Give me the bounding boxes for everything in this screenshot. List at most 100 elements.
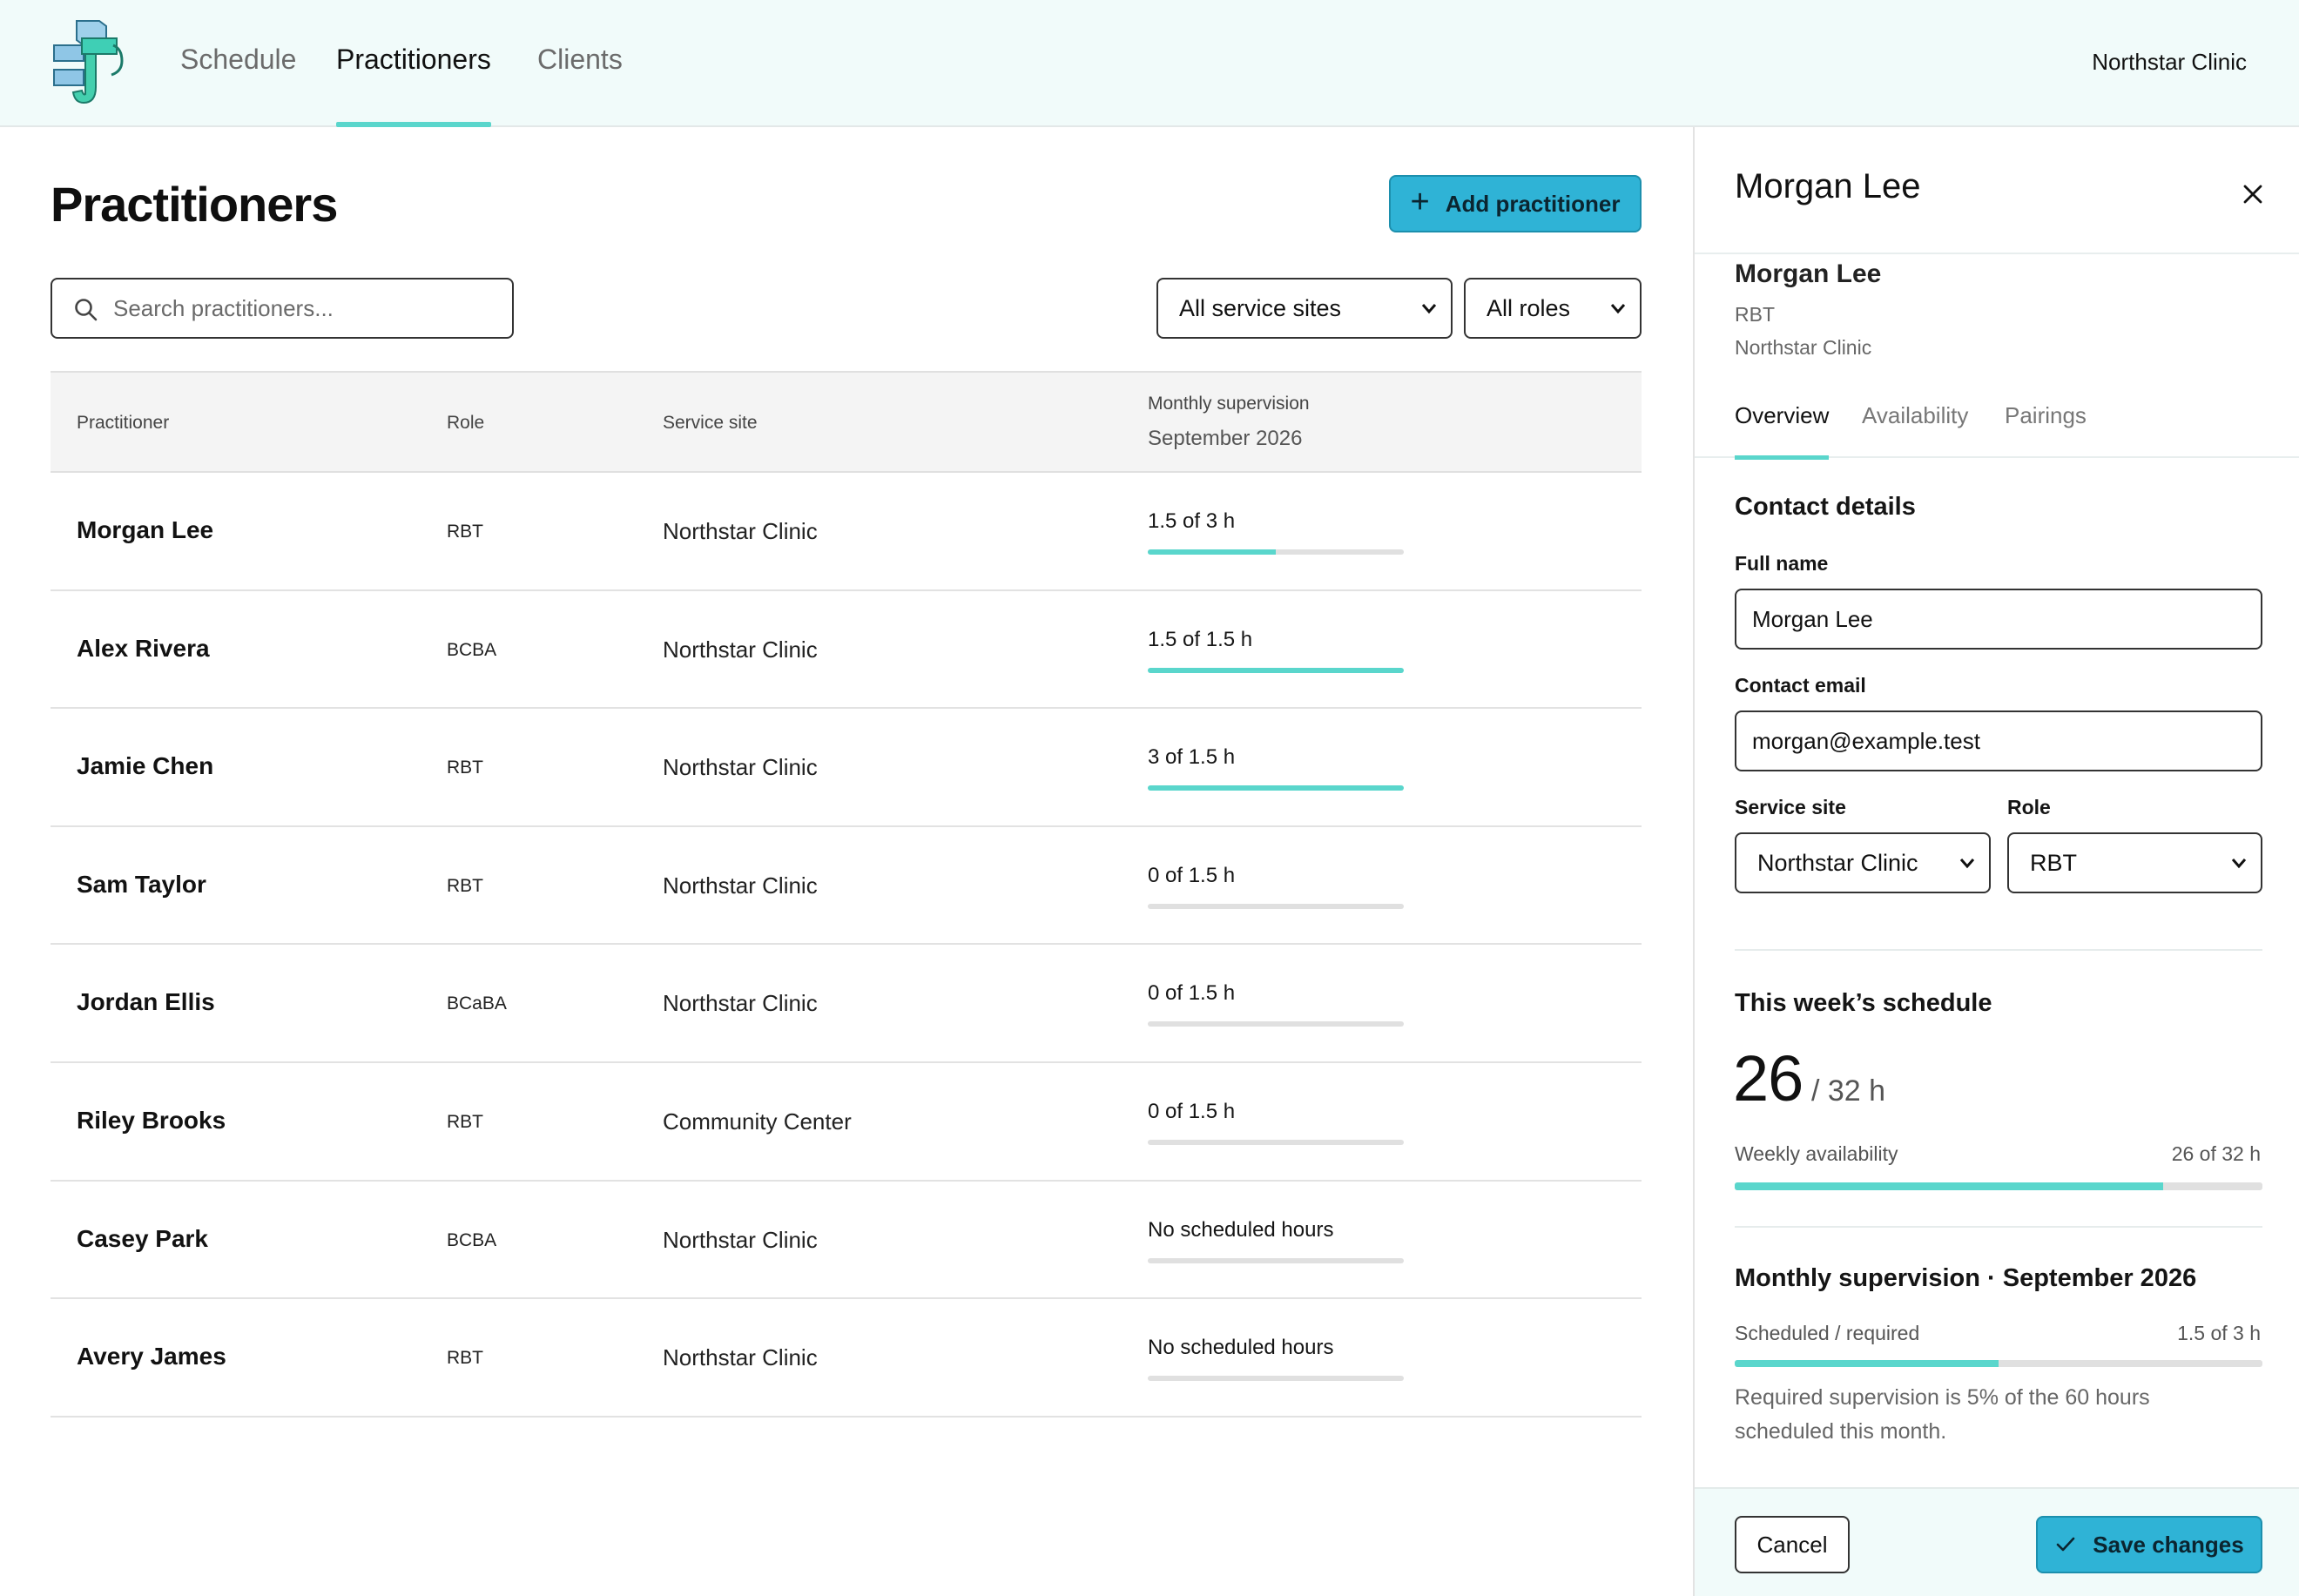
supervision-hours: 3 of 1.5 h (1148, 745, 1236, 770)
supervision-progress-bar (1148, 903, 1404, 909)
practitioner-name: Avery James (77, 1343, 226, 1370)
practitioner-name: Jamie Chen (77, 752, 214, 780)
contact-email-label: Contact email (1735, 674, 1866, 697)
practitioner-role: BCBA (447, 1229, 497, 1250)
service-site-filter[interactable]: All service sites (1156, 278, 1453, 339)
monthly-supervision-heading: Monthly supervision · September 2026 (1735, 1264, 2197, 1292)
panel-header: Morgan Lee (1695, 127, 2299, 254)
profile-site: Northstar Clinic (1735, 336, 1872, 359)
practitioner-role: BCBA (447, 639, 497, 660)
supervision-hours: 1.5 of 3 h (1148, 509, 1236, 533)
table-row[interactable]: Avery James RBT Northstar Clinic No sche… (51, 1299, 1642, 1418)
tab-clients[interactable]: Clients (537, 44, 623, 127)
table-row[interactable]: Jamie Chen RBT Northstar Clinic 3 of 1.5… (51, 709, 1642, 827)
main-content: Practitioners + Add practitioner All ser… (0, 127, 1693, 1596)
practitioner-site: Northstar Clinic (663, 1344, 818, 1371)
service-site-select[interactable]: Northstar Clinic (1735, 832, 1991, 893)
supervision-hours: 0 of 1.5 h (1148, 1099, 1236, 1123)
weekly-availability-bar (1735, 1182, 2262, 1190)
weekly-availability-value: 26 of 32 h (2171, 1142, 2261, 1165)
practitioner-site: Northstar Clinic (663, 1226, 818, 1253)
full-name-field[interactable]: Morgan Lee (1735, 589, 2262, 650)
practitioner-name: Jordan Ellis (77, 988, 215, 1016)
supervision-progress-bar (1148, 549, 1404, 555)
role-filter[interactable]: All roles (1464, 278, 1642, 339)
supervision-hours: No scheduled hours (1148, 1336, 1334, 1360)
supervision-progress-bar (1148, 1139, 1404, 1145)
practitioner-name: Alex Rivera (77, 634, 210, 662)
panel-footer: Cancel Save changes (1695, 1487, 2299, 1596)
table-row[interactable]: Sam Taylor RBT Northstar Clinic 0 of 1.5… (51, 827, 1642, 946)
practitioner-site: Northstar Clinic (663, 636, 818, 663)
practitioner-site: Northstar Clinic (663, 990, 818, 1017)
tab-practitioners-label: Practitioners (336, 44, 491, 75)
section-divider (1735, 1226, 2262, 1228)
section-divider (1735, 949, 2262, 951)
column-header-practitioner[interactable]: Practitioner (77, 413, 169, 434)
supervision-hours: 0 of 1.5 h (1148, 863, 1236, 887)
practitioner-site: Northstar Clinic (663, 754, 818, 781)
weekly-schedule-heading: This week’s schedule (1735, 989, 1992, 1017)
service-site-select-value: Northstar Clinic (1757, 849, 1918, 876)
practitioner-site: Northstar Clinic (663, 872, 818, 899)
supervision-fill (1735, 1360, 1999, 1367)
search-input[interactable] (113, 281, 496, 335)
tab-availability[interactable]: Availability (1862, 402, 1968, 458)
practitioner-site: Community Center (663, 1108, 852, 1135)
tab-clients-label: Clients (537, 44, 623, 75)
organization-switcher[interactable]: Northstar Clinic (2092, 49, 2247, 76)
table-row[interactable]: Morgan Lee RBT Northstar Clinic 1.5 of 3… (51, 473, 1642, 591)
contact-email-field[interactable]: morgan@example.test (1735, 710, 2262, 771)
cancel-button[interactable]: Cancel (1735, 1516, 1850, 1573)
supervision-hours: 1.5 of 1.5 h (1148, 627, 1253, 651)
table-row[interactable]: Riley Brooks RBT Community Center 0 of 1… (51, 1063, 1642, 1182)
scheduled-hours-total: / 32 h (1811, 1074, 1886, 1108)
role-select[interactable]: RBT (2007, 832, 2262, 893)
stacked-blocks-logo-icon[interactable] (51, 19, 134, 110)
supervision-hours: No scheduled hours (1148, 1217, 1334, 1242)
table-row[interactable]: Alex Rivera BCBA Northstar Clinic 1.5 of… (51, 591, 1642, 710)
column-header-service-site[interactable]: Service site (663, 413, 758, 434)
tab-availability-label: Availability (1862, 402, 1969, 428)
plus-icon: + (1410, 184, 1430, 220)
scheduled-hours-value: 26 (1733, 1042, 1803, 1115)
column-header-role[interactable]: Role (447, 413, 484, 434)
active-tab-indicator (1735, 455, 1830, 460)
practitioner-name: Casey Park (77, 1224, 209, 1252)
supervision-note: Required supervision is 5% of the 60 hou… (1735, 1385, 2150, 1444)
supervision-progress-fill (1148, 785, 1404, 791)
page-title: Practitioners (51, 177, 338, 232)
role-select-value: RBT (2030, 849, 2077, 876)
search-box[interactable] (51, 278, 514, 339)
table-row[interactable]: Jordan Ellis BCaBA Northstar Clinic 0 of… (51, 945, 1642, 1063)
tab-pairings[interactable]: Pairings (2005, 402, 2087, 458)
practitioner-role: BCaBA (447, 993, 507, 1014)
weekly-availability-label: Weekly availability (1735, 1142, 1898, 1165)
save-changes-label: Save changes (2093, 1531, 2244, 1558)
search-icon (75, 299, 98, 321)
close-icon[interactable] (2240, 181, 2266, 207)
column-header-monthly-supervision[interactable]: Monthly supervision (1148, 394, 1310, 414)
tab-practitioners[interactable]: Practitioners (336, 44, 491, 127)
supervision-scheduled-value: 1.5 of 3 h (2177, 1322, 2261, 1344)
practitioners-table: Practitioner Role Service site Monthly s… (51, 371, 1642, 1418)
chevron-down-icon (1959, 859, 1975, 869)
panel-tabs: Overview Availability Pairings (1695, 388, 2299, 460)
save-changes-button[interactable]: Save changes (2036, 1516, 2262, 1573)
supervision-progress-bar (1148, 1376, 1404, 1382)
supervision-progress-fill (1148, 549, 1276, 555)
tab-pairings-label: Pairings (2005, 402, 2087, 428)
full-name-label: Full name (1735, 552, 1829, 575)
add-practitioner-button[interactable]: + Add practitioner (1389, 175, 1642, 232)
service-site-filter-value: All service sites (1179, 294, 1342, 321)
table-row[interactable]: Casey Park BCBA Northstar Clinic No sche… (51, 1182, 1642, 1300)
practitioner-role: RBT (447, 875, 483, 896)
weekly-availability-fill (1735, 1182, 2164, 1190)
contact-details-heading: Contact details (1735, 493, 1916, 521)
tab-overview[interactable]: Overview (1735, 402, 1830, 460)
tab-schedule[interactable]: Schedule (180, 44, 296, 127)
column-header-supervision-month: September 2026 (1148, 427, 1303, 450)
practitioner-site: Northstar Clinic (663, 518, 818, 544)
practitioner-role: RBT (447, 1348, 483, 1369)
table-header: Practitioner Role Service site Monthly s… (51, 371, 1642, 473)
